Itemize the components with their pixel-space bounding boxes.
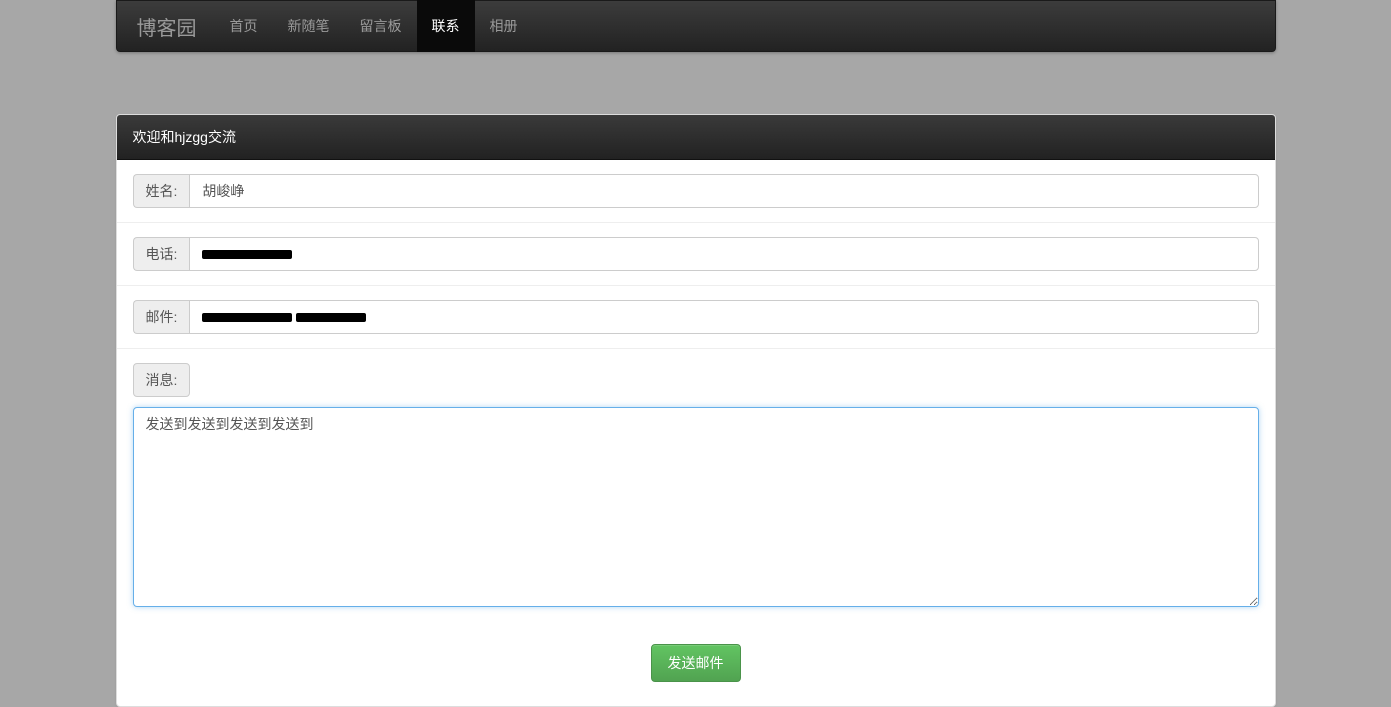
textarea-message[interactable] xyxy=(133,407,1259,607)
row-message-label: 消息: xyxy=(117,349,1275,407)
nav-item-home[interactable]: 首页 xyxy=(215,0,273,52)
row-email: 邮件: xyxy=(117,286,1275,349)
top-navbar: 博客园 首页 新随笔 留言板 联系 相册 xyxy=(116,0,1276,52)
nav-item-guestbook[interactable]: 留言板 xyxy=(345,0,417,52)
label-phone: 电话: xyxy=(133,237,190,271)
panel-body: 姓名: 电话: 邮件: xyxy=(117,160,1275,706)
row-phone: 电话: xyxy=(117,223,1275,286)
brand-link[interactable]: 博客园 xyxy=(137,12,215,41)
row-name: 姓名: xyxy=(117,160,1275,223)
label-name: 姓名: xyxy=(133,174,190,208)
contact-panel: 欢迎和hjzgg交流 姓名: 电话: 邮件: xyxy=(116,114,1276,707)
nav-item-contact[interactable]: 联系 xyxy=(417,0,475,52)
nav-item-album[interactable]: 相册 xyxy=(475,0,533,52)
row-submit: 发送邮件 xyxy=(117,626,1275,706)
input-phone[interactable] xyxy=(189,237,1258,271)
input-email[interactable] xyxy=(189,300,1258,334)
redacted-email-1 xyxy=(202,313,292,322)
label-email: 邮件: xyxy=(133,300,190,334)
label-message: 消息: xyxy=(133,363,191,397)
redacted-email-2 xyxy=(296,313,366,322)
input-name[interactable] xyxy=(189,174,1258,208)
panel-heading: 欢迎和hjzgg交流 xyxy=(117,115,1275,160)
redacted-phone xyxy=(202,250,292,259)
row-message xyxy=(117,407,1275,626)
nav-item-newpost[interactable]: 新随笔 xyxy=(273,0,345,52)
submit-button[interactable]: 发送邮件 xyxy=(651,644,741,682)
